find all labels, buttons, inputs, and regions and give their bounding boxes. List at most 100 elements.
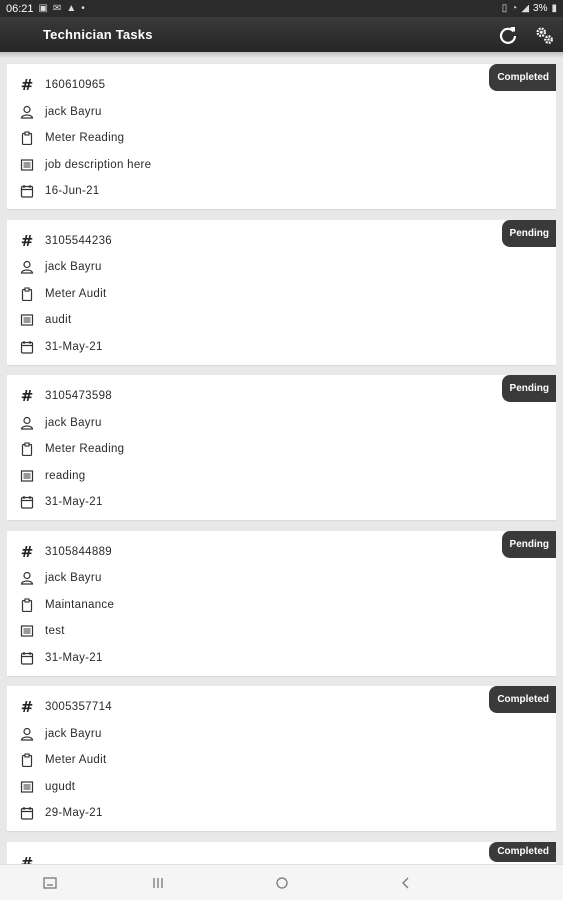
clipboard-icon — [19, 441, 35, 457]
task-date-row: 29-May-21 — [19, 800, 112, 827]
person-icon — [19, 104, 35, 120]
task-date-row: 16-Jun-21 — [19, 178, 151, 205]
task-technician: jack Bayru — [45, 105, 102, 118]
task-id-row: # 3105544236 — [19, 228, 112, 255]
message-notification-icon: ✉ — [52, 2, 62, 14]
description-icon — [19, 468, 35, 484]
dot-notification-icon: • — [81, 2, 85, 14]
task-type: Meter Audit — [45, 754, 107, 767]
task-id-row: # 3005357714 — [19, 694, 112, 721]
clipboard-icon — [19, 597, 35, 613]
task-description: job description here — [45, 158, 152, 171]
task-date: 29-May-21 — [45, 807, 103, 820]
page-title: Technician Tasks — [43, 27, 153, 42]
task-description-row: ugudt — [19, 774, 112, 801]
status-bar: 06:21 ▣ ✉ ▲ • ▯ ◔ ◢ 3% ▮ — [0, 0, 563, 17]
description-icon — [19, 623, 35, 639]
task-date: 31-May-21 — [45, 651, 103, 664]
task-type-row: Maintanance — [19, 592, 114, 619]
task-description: audit — [45, 314, 72, 327]
status-badge: Pending — [501, 375, 556, 402]
settings-icon[interactable] — [533, 24, 555, 46]
task-list[interactable]: Completed # 160610965 jack Bayru Meter R… — [7, 64, 556, 864]
task-card[interactable]: Pending # 3105844889 jack Bayru Maintana… — [7, 530, 556, 676]
task-id-row: # 3105844889 — [19, 539, 114, 566]
calendar-icon — [19, 339, 35, 355]
calendar-icon — [19, 650, 35, 666]
person-icon — [19, 726, 35, 742]
task-card[interactable]: Pending # 3105473598 jack Bayru Meter Re… — [7, 375, 556, 520]
status-badge: Completed — [489, 841, 556, 862]
calendar-icon — [19, 183, 35, 199]
task-technician-row: jack Bayru — [19, 565, 114, 592]
task-id: 3105544236 — [45, 234, 112, 247]
task-id: 3105844889 — [45, 545, 112, 558]
task-date-row: 31-May-21 — [19, 645, 114, 672]
home-icon[interactable] — [272, 873, 292, 893]
back-icon[interactable] — [396, 873, 416, 893]
hash-icon: # — [20, 231, 34, 250]
wifi-icon: ◔ — [511, 2, 518, 14]
description-icon — [19, 157, 35, 173]
person-icon — [19, 570, 35, 586]
task-technician-row: jack Bayru — [19, 254, 112, 281]
task-description-row: test — [19, 618, 114, 645]
task-id-row: # 3105473598 — [19, 383, 124, 410]
task-id: 3105473598 — [45, 390, 112, 403]
task-type: Maintanance — [45, 598, 115, 611]
task-technician: jack Bayru — [45, 572, 102, 585]
task-type: Meter Reading — [45, 132, 125, 145]
task-card[interactable]: Completed # 3005357714 jack Bayru Meter … — [7, 686, 556, 831]
task-description: ugudt — [45, 780, 76, 793]
vibrate-icon: ▯ — [501, 2, 508, 14]
task-date: 16-Jun-21 — [45, 185, 100, 198]
navigation-bar — [0, 864, 563, 900]
hash-icon: # — [20, 76, 34, 95]
hash-icon: # — [20, 853, 34, 864]
status-badge: Completed — [489, 64, 556, 91]
hash-icon: # — [20, 387, 34, 406]
person-icon — [19, 259, 35, 275]
hash-icon: # — [20, 542, 34, 561]
task-card[interactable]: Completed # 160610965 jack Bayru Meter R… — [7, 64, 556, 209]
clipboard-icon — [19, 130, 35, 146]
clipboard-icon — [19, 286, 35, 302]
task-id: 160610965 — [45, 79, 106, 92]
task-type-row: Meter Audit — [19, 747, 112, 774]
task-description-row: job description here — [19, 152, 151, 179]
task-technician-row: jack Bayru — [19, 721, 112, 748]
app-bar: Technician Tasks — [0, 17, 563, 52]
image-notification-icon: ▣ — [38, 2, 48, 14]
task-description-row: reading — [19, 463, 124, 490]
calendar-icon — [19, 805, 35, 821]
task-date: 31-May-21 — [45, 496, 103, 509]
keyboard-icon[interactable] — [40, 873, 60, 893]
status-time: 06:21 — [6, 2, 34, 15]
task-type-row: Meter Reading — [19, 436, 124, 463]
recent-apps-icon[interactable] — [148, 873, 168, 893]
task-card[interactable]: Completed # — [7, 841, 556, 864]
status-badge: Completed — [489, 686, 556, 713]
status-badge: Pending — [501, 219, 556, 247]
task-description-row: audit — [19, 307, 112, 334]
warning-notification-icon: ▲ — [66, 2, 77, 14]
clipboard-icon — [19, 752, 35, 768]
signal-icon: ◢ — [521, 2, 530, 14]
task-type-row: Meter Audit — [19, 281, 112, 308]
task-id-row: # 160610965 — [19, 72, 151, 99]
calendar-icon — [19, 494, 35, 510]
task-description: reading — [45, 469, 86, 482]
task-card[interactable]: Pending # 3105544236 jack Bayru Meter Au… — [7, 219, 556, 365]
description-icon — [19, 312, 35, 328]
task-date-row: 31-May-21 — [19, 334, 112, 361]
task-technician-row: jack Bayru — [19, 99, 151, 126]
status-badge: Pending — [501, 530, 556, 558]
task-date: 31-May-21 — [45, 340, 103, 353]
task-type: Meter Audit — [45, 287, 107, 300]
task-id: 3005357714 — [45, 701, 112, 714]
description-icon — [19, 779, 35, 795]
refresh-icon[interactable] — [497, 24, 519, 46]
task-technician-row: jack Bayru — [19, 410, 124, 437]
battery-icon: ▮ — [551, 2, 557, 14]
hash-icon: # — [20, 698, 34, 717]
